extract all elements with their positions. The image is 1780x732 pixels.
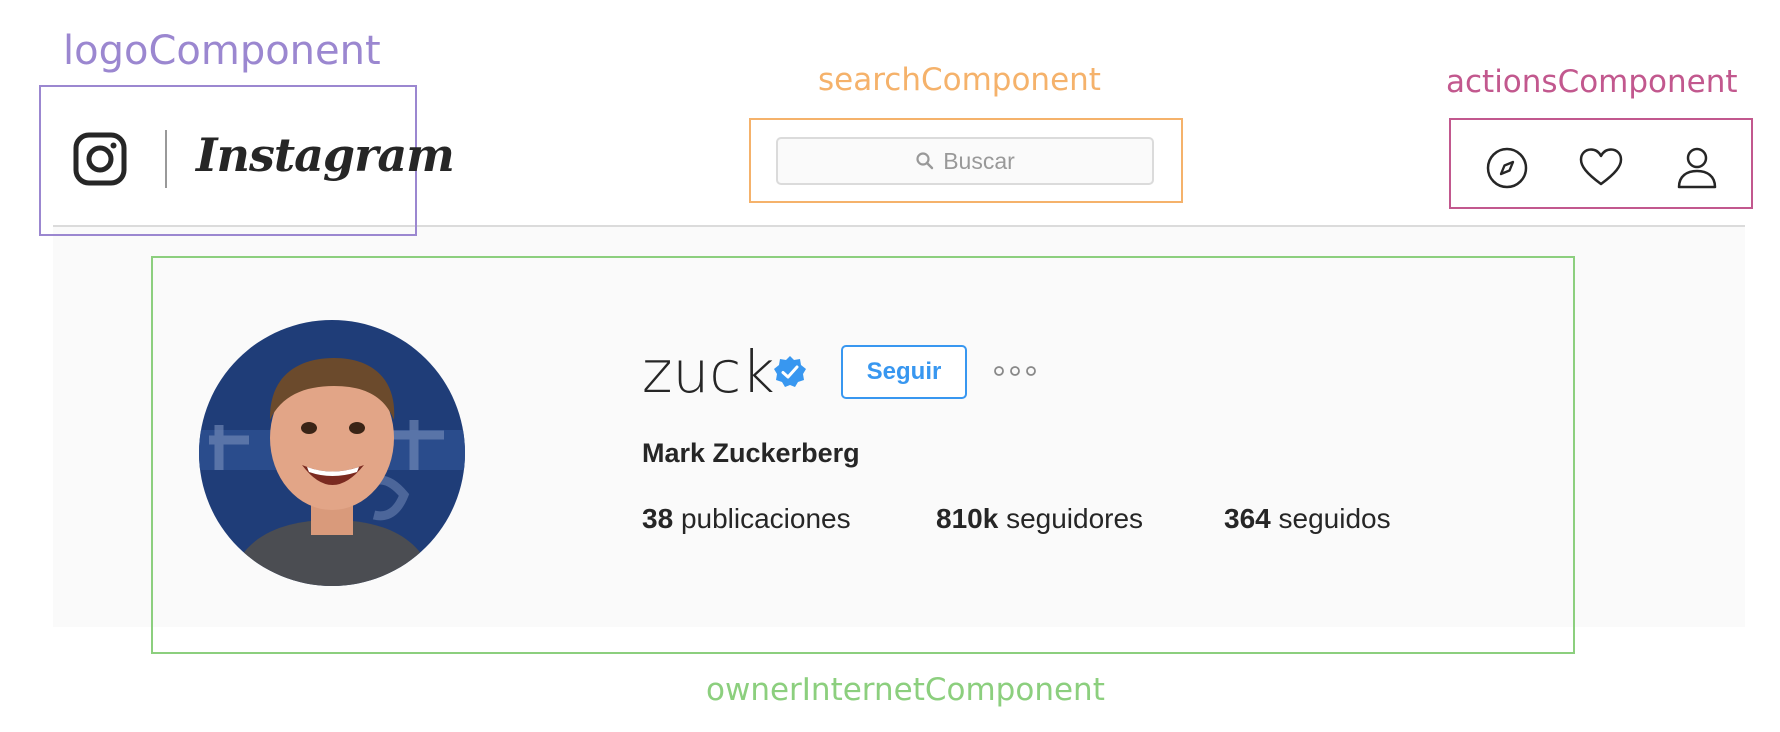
search-input[interactable]: Buscar <box>776 137 1154 185</box>
profile-photo <box>199 320 465 586</box>
posts-stat[interactable]: 38 publicaciones <box>642 503 851 535</box>
owner-component-label: ownerInternetComponent <box>706 672 1105 708</box>
followers-count: 810k <box>936 503 999 534</box>
verified-badge-icon <box>774 356 806 387</box>
search-placeholder: Buscar <box>943 147 1015 174</box>
heart-icon[interactable] <box>1578 145 1624 191</box>
following-label: seguidos <box>1278 503 1391 534</box>
full-name: Mark Zuckerberg <box>642 438 860 468</box>
more-options-icon[interactable] <box>993 363 1037 379</box>
username: zuck <box>642 338 775 406</box>
search-icon <box>916 152 934 170</box>
avatar[interactable] <box>199 320 465 586</box>
compass-icon[interactable] <box>1484 145 1530 191</box>
followers-stat[interactable]: 810k seguidores <box>936 503 1143 535</box>
following-count: 364 <box>1224 503 1271 534</box>
posts-count: 38 <box>642 503 674 534</box>
logo-component-label: logoComponent <box>63 28 381 74</box>
posts-label: publicaciones <box>680 503 851 534</box>
instagram-camera-icon[interactable] <box>73 132 127 186</box>
actions-component-label: actionsComponent <box>1446 64 1738 100</box>
following-stat[interactable]: 364 seguidos <box>1224 503 1391 535</box>
search-component-label: searchComponent <box>818 62 1101 98</box>
instagram-wordmark[interactable]: Instagram <box>196 128 455 182</box>
follow-button[interactable]: Seguir <box>841 345 967 399</box>
logo-separator <box>165 130 167 188</box>
user-icon[interactable] <box>1674 145 1720 191</box>
followers-label: seguidores <box>1006 503 1144 534</box>
